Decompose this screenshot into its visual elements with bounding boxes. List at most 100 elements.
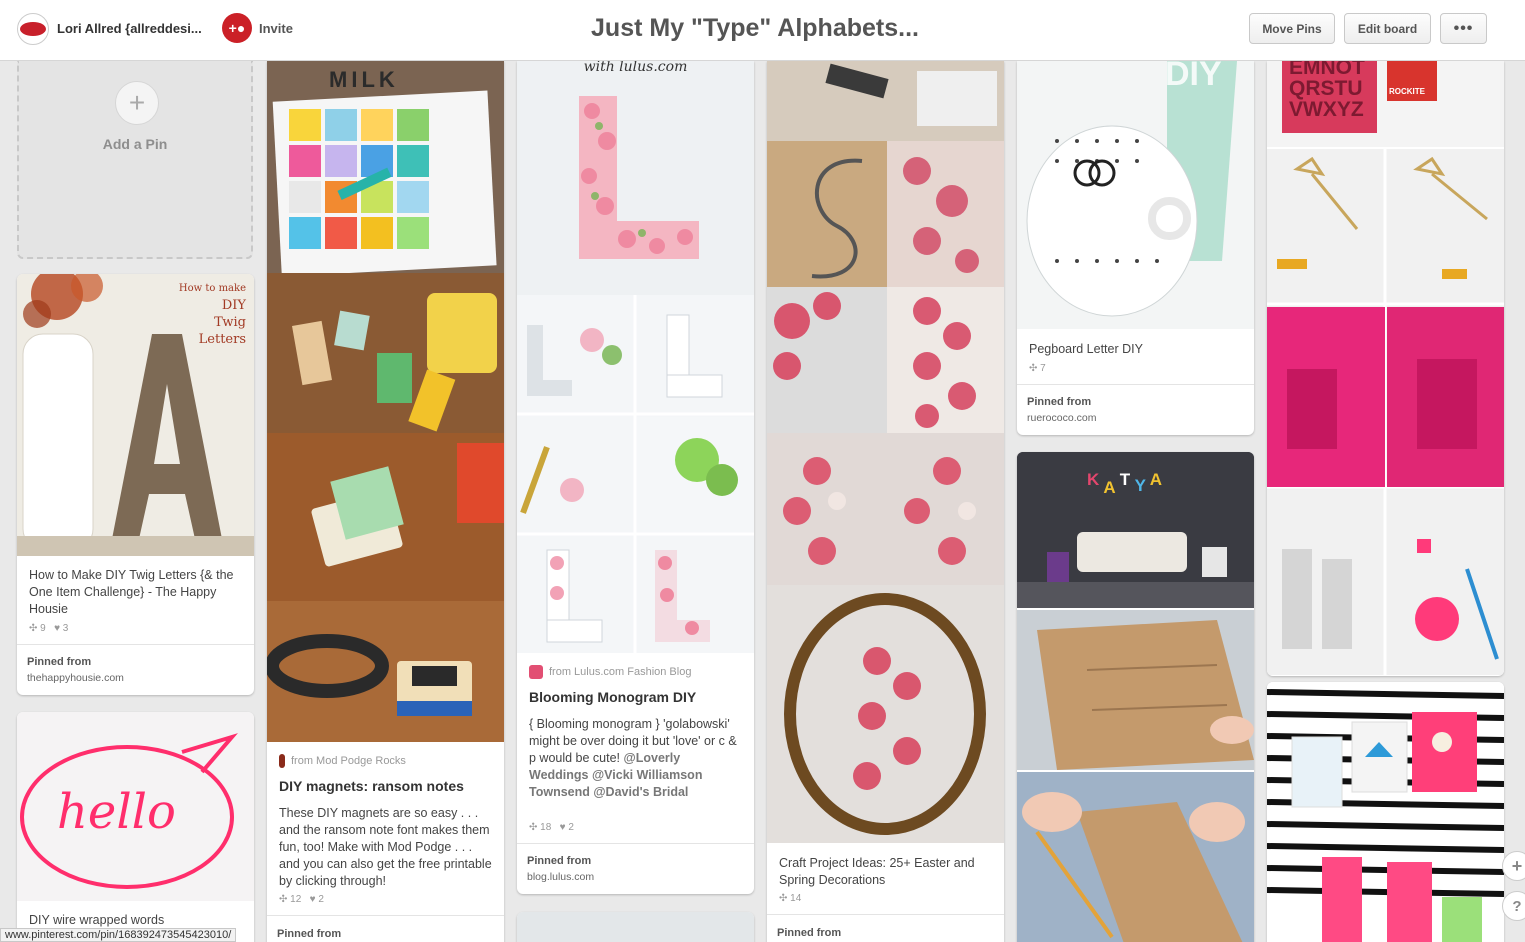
pin-image-monogram-steps[interactable] (517, 295, 754, 653)
pin-description: { Blooming monogram } 'golabowski' might… (529, 716, 742, 801)
pin-image-yay-letters[interactable] (1267, 682, 1504, 942)
pin-description: How to Make DIY Twig Letters {& the One … (29, 568, 234, 616)
pegboard-illustration (1017, 61, 1254, 329)
edit-board-button[interactable]: Edit board (1344, 13, 1431, 44)
pin-description: Craft Project Ideas: 25+ Easter and Spri… (779, 856, 975, 887)
repin-icon: ✣ (529, 822, 538, 833)
plus-icon: + (115, 81, 159, 125)
pin-image-pegboard-letter[interactable]: DIY (1017, 61, 1254, 329)
repin-count: 9 (40, 623, 46, 634)
pin-source-row[interactable]: from Mod Podge Rocks (279, 754, 406, 768)
pin-card-craft-ideas[interactable]: Craft Project Ideas: 25+ Easter and Spri… (767, 61, 1004, 942)
milk-letters: MILK (329, 67, 399, 92)
repin-icon: ✣ (279, 894, 288, 905)
twig-overlay-text: How to make DIY Twig Letters (179, 280, 246, 348)
pin-image-flower-letter-l[interactable]: with lulus.com (517, 61, 754, 295)
diy-overlay: DIY (1165, 61, 1222, 93)
pinned-source-link[interactable]: blog.lulus.com (527, 871, 594, 883)
owner-avatar[interactable] (17, 13, 49, 45)
repin-count: 7 (1040, 363, 1046, 374)
hello-overlay: hello (57, 784, 176, 840)
lulus-overlay: with lulus.com (583, 61, 688, 75)
owner-name-link[interactable]: Lori Allred {allreddesi... (57, 21, 202, 36)
letter: T (1119, 470, 1131, 489)
yay-letters-illustration (1267, 682, 1504, 942)
like-count: 3 (62, 623, 69, 634)
add-pin-card[interactable]: + Add a Pin (17, 61, 253, 259)
move-pins-button[interactable]: Move Pins (1249, 13, 1335, 44)
stamp-line: EMNOT (1289, 61, 1365, 79)
magnet-stamp-illustration (267, 433, 504, 601)
pin-image-letter-stamps[interactable]: EMNOT QRSTU VWXYZ ROCKITE (1267, 61, 1504, 147)
pin-card-twig-letters[interactable]: How to make DIY Twig Letters How to Make… (17, 274, 254, 695)
letter: A (1103, 478, 1116, 497)
invite-user-icon[interactable]: +● (222, 13, 252, 43)
more-options-button[interactable]: ••• (1440, 13, 1487, 44)
heart-icon: ♥ (54, 623, 61, 634)
mod-podge-favicon (279, 754, 285, 768)
pin-image-twig-letter[interactable]: How to make DIY Twig Letters (17, 274, 254, 556)
divider (767, 914, 1004, 915)
pin-card-yay-letters[interactable] (1267, 682, 1504, 942)
stamp-brand: ROCKITE (1389, 87, 1425, 96)
pin-from-text: from Mod Podge Rocks (291, 755, 406, 767)
repin-count: 18 (540, 822, 552, 833)
pin-from-text: from Lulus.com Fashion Blog (549, 666, 692, 678)
letter: Y (1134, 476, 1146, 495)
pin-image-cardboard-tracing[interactable] (1017, 772, 1254, 942)
pin-description: These DIY magnets are so easy . . . and … (279, 806, 492, 888)
letter: K (1087, 470, 1100, 489)
pin-image-katya-room[interactable]: K A T Y A (1017, 452, 1254, 608)
stamp-letters: EMNOT QRSTU VWXYZ (1289, 61, 1365, 120)
help-button[interactable]: ? (1502, 891, 1525, 921)
overlay-line: How to make (178, 283, 246, 294)
pin-stats: ✣ 12 ♥ 2 (279, 894, 324, 905)
pinned-source-link[interactable]: ruerococo.com (1027, 412, 1096, 424)
pinned-source-link[interactable]: thehappyhousie.com (27, 672, 124, 684)
pin-description: DIY wire wrapped words (29, 913, 165, 927)
pinned-from-label: Pinned from (777, 927, 842, 939)
pin-stats: ✣ 7 (1029, 363, 1046, 374)
pin-card-blooming-monogram[interactable]: with lulus.com from Lulus.com Fashion Bl… (517, 61, 754, 894)
pin-source-row[interactable]: from Lulus.com Fashion Blog (529, 665, 691, 679)
magnet-letters-illustration (267, 273, 504, 433)
pin-stats: ✣ 9 ♥ 3 (29, 623, 68, 634)
repin-count: 12 (290, 894, 302, 905)
pin-title[interactable]: Blooming Monogram DIY (529, 689, 742, 705)
heart-icon: ♥ (309, 894, 316, 905)
pin-card-pegboard[interactable]: DIY Pegboard Letter DIY ✣ 7 Pinned from … (1017, 61, 1254, 435)
pin-card-hello[interactable]: hello DIY wire wrapped words (17, 712, 254, 942)
pin-image-wire-holders[interactable] (1267, 149, 1504, 675)
repin-icon: ✣ (779, 893, 788, 904)
pinned-from-label: Pinned from (277, 928, 342, 940)
pin-image-magnet-stamp[interactable] (267, 433, 504, 601)
pin-image-alphabet-cards[interactable]: MILK (267, 61, 504, 273)
flower-letter-illustration (517, 61, 754, 295)
pin-card-cardboard-letters[interactable]: K A T Y A (1017, 452, 1254, 942)
pin-image-craft-collage[interactable] (767, 61, 1004, 843)
pin-card-magnets[interactable]: MILK from Mod Podge Rocks DIY magnets: r… (267, 61, 504, 942)
divider (17, 644, 254, 645)
pin-stats: ✣ 18 ♥ 2 (529, 822, 574, 833)
pin-title[interactable]: DIY magnets: ransom notes (279, 778, 492, 794)
pin-image-cardboard-cutting[interactable] (1017, 610, 1254, 770)
divider (267, 915, 504, 916)
pin-image-magnet-strip[interactable] (267, 601, 504, 742)
pin-image-magnet-letters[interactable] (267, 273, 504, 433)
cardboard-tracing-illustration (1017, 772, 1254, 942)
pin-card-next-col3[interactable] (517, 912, 754, 942)
add-pin-floating-button[interactable]: + (1502, 851, 1525, 881)
pin-card-letter-stamps[interactable]: EMNOT QRSTU VWXYZ ROCKITE (1267, 61, 1504, 676)
pin-description: Pegboard Letter DIY (1029, 342, 1143, 356)
cardboard-cutting-illustration (1017, 610, 1254, 770)
pin-image-partial[interactable] (517, 912, 754, 942)
wire-holders-illustration (1267, 149, 1504, 675)
lulus-favicon (529, 665, 543, 679)
invite-link[interactable]: Invite (259, 21, 293, 36)
letter: A (1149, 470, 1162, 489)
pinned-from-label: Pinned from (527, 855, 592, 867)
pin-image-hello-wire[interactable]: hello (17, 712, 254, 901)
magnet-strip-illustration (267, 601, 504, 742)
repin-count: 14 (790, 893, 802, 904)
stamp-line: VWXYZ (1289, 98, 1364, 121)
